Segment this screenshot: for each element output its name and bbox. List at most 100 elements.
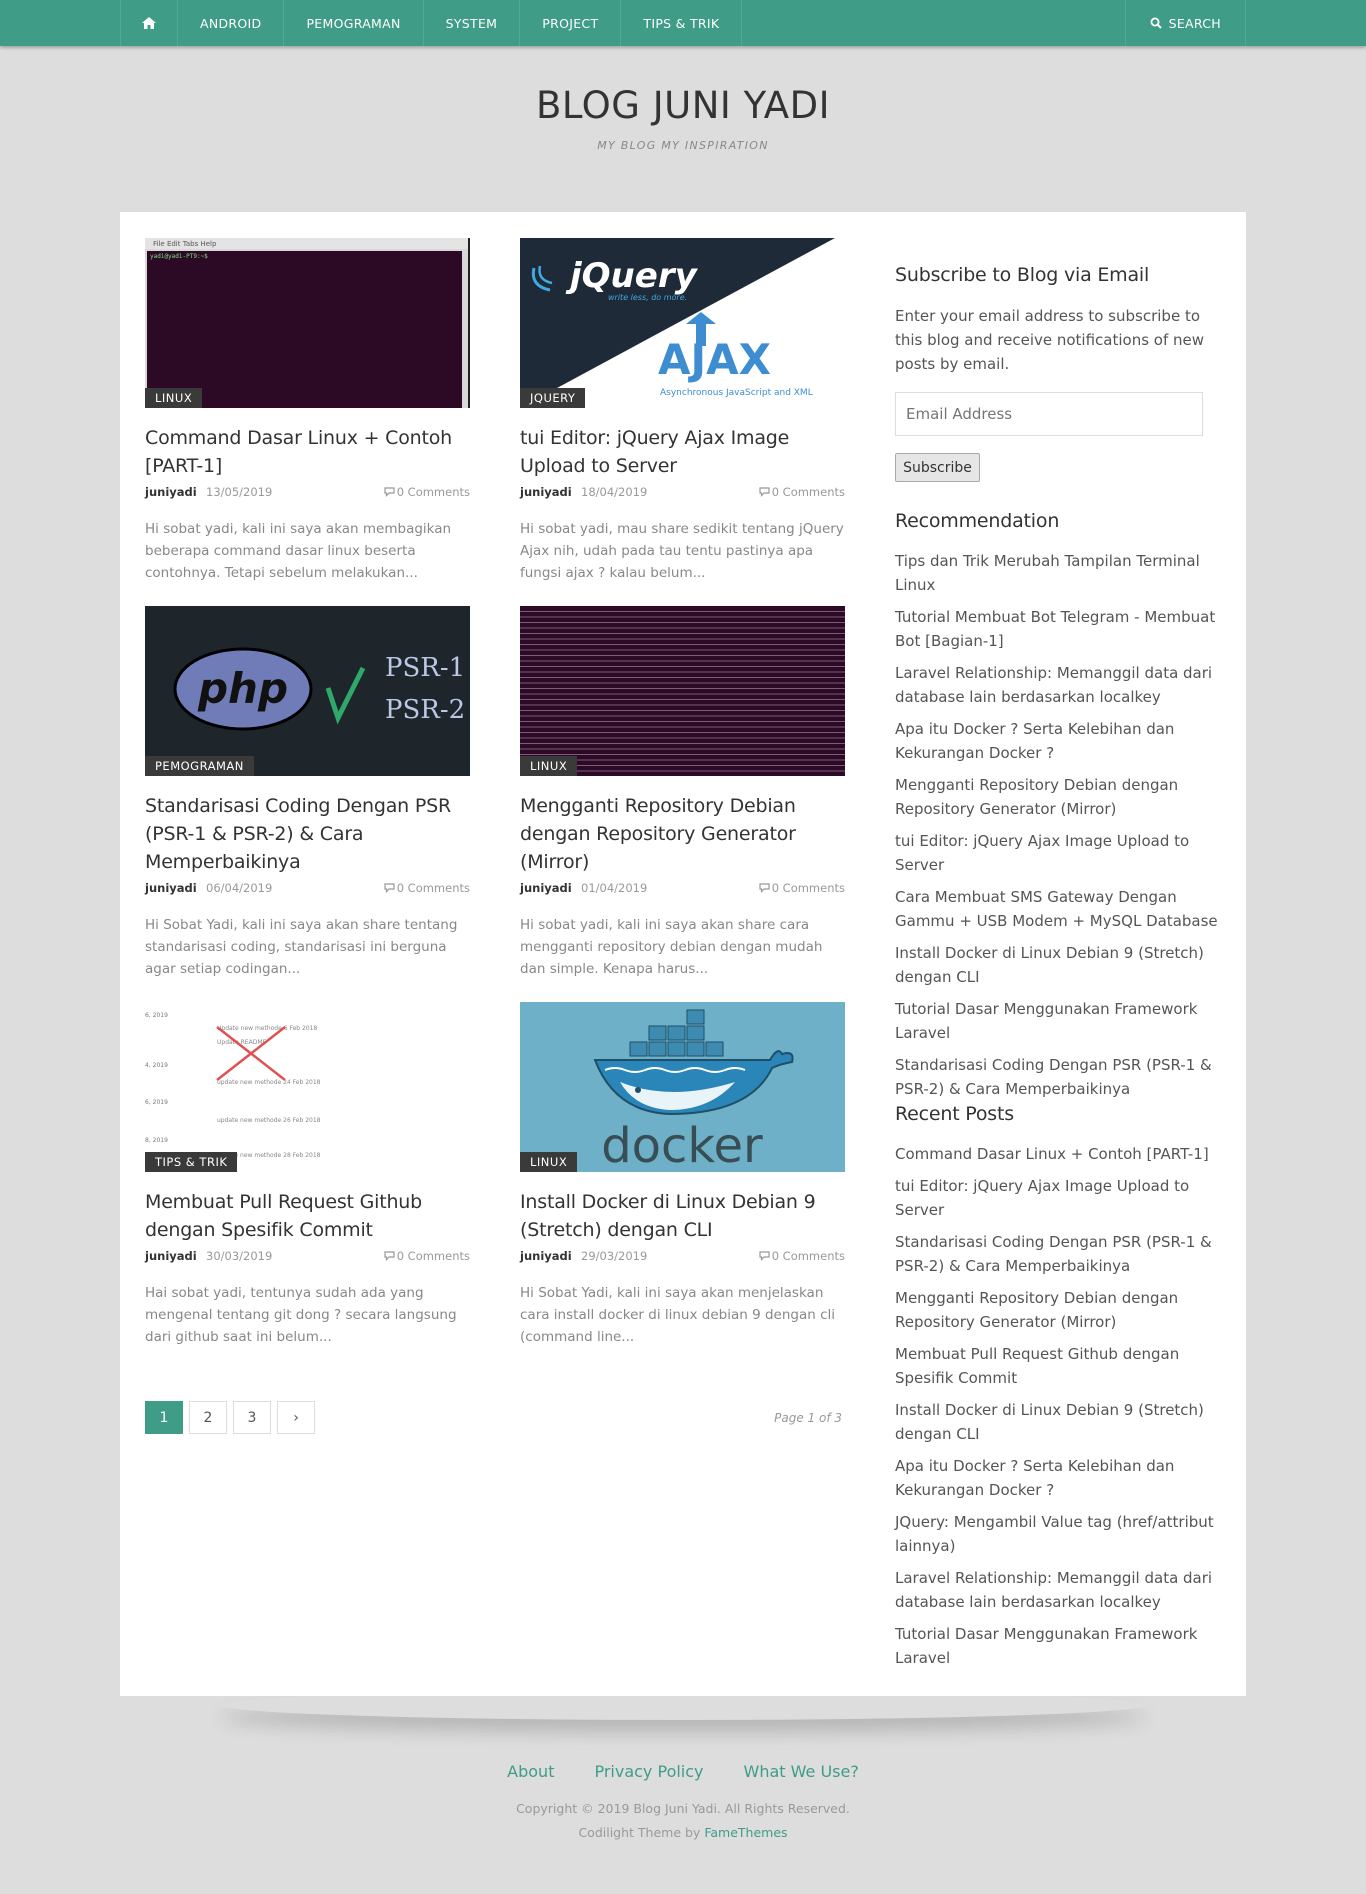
post-thumbnail[interactable]: LINUX <box>520 606 845 776</box>
post-thumbnail[interactable]: jQuery write less, do more. AJAX Asynchr… <box>520 238 845 408</box>
psr1-text: PSR-1 <box>385 653 465 683</box>
subscribe-button[interactable]: Subscribe <box>895 453 980 482</box>
recent-post-link[interactable]: Standarisasi Coding Dengan PSR (PSR-1 & … <box>895 1230 1225 1278</box>
ajax-subtitle: Asynchronous JavaScript and XML <box>660 388 813 398</box>
post-title[interactable]: Standarisasi Coding Dengan PSR (PSR-1 & … <box>145 792 470 876</box>
recent-post-link[interactable]: JQuery: Mengambil Value tag (href/attrib… <box>895 1510 1225 1558</box>
recommendation-link[interactable]: Laravel Relationship: Memanggil data dar… <box>895 661 1225 709</box>
subscribe-description: Enter your email address to subscribe to… <box>895 307 1205 373</box>
post-comments[interactable]: 0 Comments <box>384 881 470 895</box>
category-badge[interactable]: JQUERY <box>520 388 586 408</box>
post-author[interactable]: juniyadi <box>520 485 572 499</box>
recommendation-link[interactable]: Mengganti Repository Debian dengan Repos… <box>895 773 1225 821</box>
footer-link-privacy-policy[interactable]: Privacy Policy <box>594 1762 703 1781</box>
comment-icon <box>384 1251 395 1261</box>
category-badge[interactable]: LINUX <box>520 756 578 776</box>
post-author[interactable]: juniyadi <box>145 1249 197 1263</box>
footer-link-about[interactable]: About <box>507 1762 554 1781</box>
page-info: Page 1 of 3 <box>774 1411 842 1425</box>
recent-post-link[interactable]: Tutorial Dasar Menggunakan Framework Lar… <box>895 1622 1225 1670</box>
recommendation-link[interactable]: Install Docker di Linux Debian 9 (Stretc… <box>895 941 1225 989</box>
commit-date-label: 6, 2019 <box>145 1099 168 1106</box>
post-meta: juniyadi 13/05/2019 0 Comments <box>145 482 470 502</box>
recommendation-link[interactable]: Cara Membuat SMS Gateway Dengan Gammu + … <box>895 885 1225 933</box>
docker-logo-text: docker <box>601 1118 763 1172</box>
email-field[interactable] <box>895 392 1203 436</box>
category-badge[interactable]: TIPS & TRIK <box>145 1152 238 1172</box>
post-title[interactable]: Mengganti Repository Debian dengan Repos… <box>520 792 845 876</box>
footer-link-what-we-use[interactable]: What We Use? <box>744 1762 859 1781</box>
post-author[interactable]: juniyadi <box>520 881 572 895</box>
post-thumbnail[interactable]: 6, 2019 4, 2019 6, 2019 8, 2019 Update n… <box>145 1002 470 1172</box>
nav-item-tips-trik[interactable]: TIPS & TRIK <box>621 0 743 46</box>
commit-date-label: 8, 2019 <box>145 1137 168 1144</box>
nav-item-system[interactable]: SYSTEM <box>424 0 521 46</box>
category-badge[interactable]: LINUX <box>145 388 203 408</box>
post-meta: juniyadi 29/03/2019 0 Comments <box>520 1246 845 1266</box>
comments-count: 0 Comments <box>771 1249 845 1263</box>
nav-item-android[interactable]: ANDROID <box>178 0 285 46</box>
copyright-text: Copyright © 2019 Blog Juni Yadi. All Rig… <box>516 1801 850 1816</box>
post-comments[interactable]: 0 Comments <box>759 1249 845 1263</box>
recent-post-link[interactable]: Command Dasar Linux + Contoh [PART-1] <box>895 1142 1225 1166</box>
recent-post-link[interactable]: Membuat Pull Request Github dengan Spesi… <box>895 1342 1225 1390</box>
post-comments[interactable]: 0 Comments <box>384 485 470 499</box>
recommendation-link[interactable]: tui Editor: jQuery Ajax Image Upload to … <box>895 829 1225 877</box>
post-card: jQuery write less, do more. AJAX Asynchr… <box>520 238 845 584</box>
recent-post-link[interactable]: Mengganti Repository Debian dengan Repos… <box>895 1286 1225 1334</box>
famethemes-link[interactable]: FameThemes <box>704 1825 787 1840</box>
recommendation-link[interactable]: Tips dan Trik Merubah Tampilan Terminal … <box>895 549 1225 597</box>
recommendation-link[interactable]: Tutorial Dasar Menggunakan Framework Lar… <box>895 997 1225 1045</box>
recent-post-link[interactable]: Install Docker di Linux Debian 9 (Stretc… <box>895 1398 1225 1446</box>
recommendation-link[interactable]: Tutorial Membuat Bot Telegram - Membuat … <box>895 605 1225 653</box>
post-thumbnail[interactable]: php PSR-1 PSR-2 PEMOGRAMAN <box>145 606 470 776</box>
nav-item-pemograman[interactable]: PEMOGRAMAN <box>284 0 424 46</box>
post-thumbnail[interactable]: File Edit Tabs Help yadi@yadi-PT9:~$ LIN… <box>145 238 470 408</box>
site-title[interactable]: BLOG JUNI YADI <box>0 84 1366 127</box>
search-button[interactable]: SEARCH <box>1126 0 1245 46</box>
next-page-button[interactable]: › <box>277 1401 315 1434</box>
post-comments[interactable]: 0 Comments <box>384 1249 470 1263</box>
comment-icon <box>384 487 395 497</box>
post-meta: juniyadi 06/04/2019 0 Comments <box>145 878 470 898</box>
page-button-1[interactable]: 1 <box>145 1401 183 1434</box>
post-excerpt: Hi sobat yadi, kali ini saya akan share … <box>520 917 823 977</box>
terminal-prompt: yadi@yadi-PT9:~$ <box>150 253 208 260</box>
terminal-screen: yadi@yadi-PT9:~$ <box>147 251 462 408</box>
recent-posts-widget-title: Recent Posts <box>895 1103 1014 1125</box>
recent-post-link[interactable]: Laravel Relationship: Memanggil data dar… <box>895 1566 1225 1614</box>
post-author[interactable]: juniyadi <box>145 881 197 895</box>
top-navigation: ANDROID PEMOGRAMAN SYSTEM PROJECT TIPS &… <box>0 0 1366 46</box>
theme-credit: Codilight Theme by FameThemes <box>0 1825 1366 1840</box>
footer-navigation: About Privacy Policy What We Use? <box>0 1762 1366 1781</box>
post-thumbnail[interactable]: docker LINUX <box>520 1002 845 1172</box>
credit-prefix: Codilight Theme by <box>578 1825 701 1840</box>
post-title[interactable]: Membuat Pull Request Github dengan Spesi… <box>145 1188 470 1244</box>
search-icon <box>1150 17 1162 29</box>
recent-post-link[interactable]: Apa itu Docker ? Serta Kelebihan dan Kek… <box>895 1454 1225 1502</box>
post-comments[interactable]: 0 Comments <box>759 881 845 895</box>
home-link[interactable] <box>120 0 178 46</box>
post-title[interactable]: Command Dasar Linux + Contoh [PART-1] <box>145 424 470 480</box>
category-badge[interactable]: LINUX <box>520 1152 578 1172</box>
recent-post-link[interactable]: tui Editor: jQuery Ajax Image Upload to … <box>895 1174 1225 1222</box>
post-excerpt: Hi Sobat Yadi, kali ini saya akan menjel… <box>520 1285 835 1345</box>
recommendation-list: Tips dan Trik Merubah Tampilan Terminal … <box>895 549 1225 1109</box>
docker-logo-image: docker <box>593 1009 794 1172</box>
post-title[interactable]: tui Editor: jQuery Ajax Image Upload to … <box>520 424 845 480</box>
post-author[interactable]: juniyadi <box>145 485 197 499</box>
post-author[interactable]: juniyadi <box>520 1249 572 1263</box>
nav-item-project[interactable]: PROJECT <box>520 0 622 46</box>
recommendation-link[interactable]: Apa itu Docker ? Serta Kelebihan dan Kek… <box>895 717 1225 765</box>
post-date: 18/04/2019 <box>581 485 648 499</box>
subscribe-widget-title: Subscribe to Blog via Email <box>895 264 1150 286</box>
post-comments[interactable]: 0 Comments <box>759 485 845 499</box>
page-button-3[interactable]: 3 <box>233 1401 271 1434</box>
recommendation-link[interactable]: Standarisasi Coding Dengan PSR (PSR-1 & … <box>895 1053 1225 1101</box>
comments-count: 0 Comments <box>396 485 470 499</box>
post-meta: juniyadi 30/03/2019 0 Comments <box>145 1246 470 1266</box>
page-button-2[interactable]: 2 <box>189 1401 227 1434</box>
terminal-output-image <box>520 608 845 776</box>
category-badge[interactable]: PEMOGRAMAN <box>145 756 254 776</box>
post-title[interactable]: Install Docker di Linux Debian 9 (Stretc… <box>520 1188 845 1244</box>
